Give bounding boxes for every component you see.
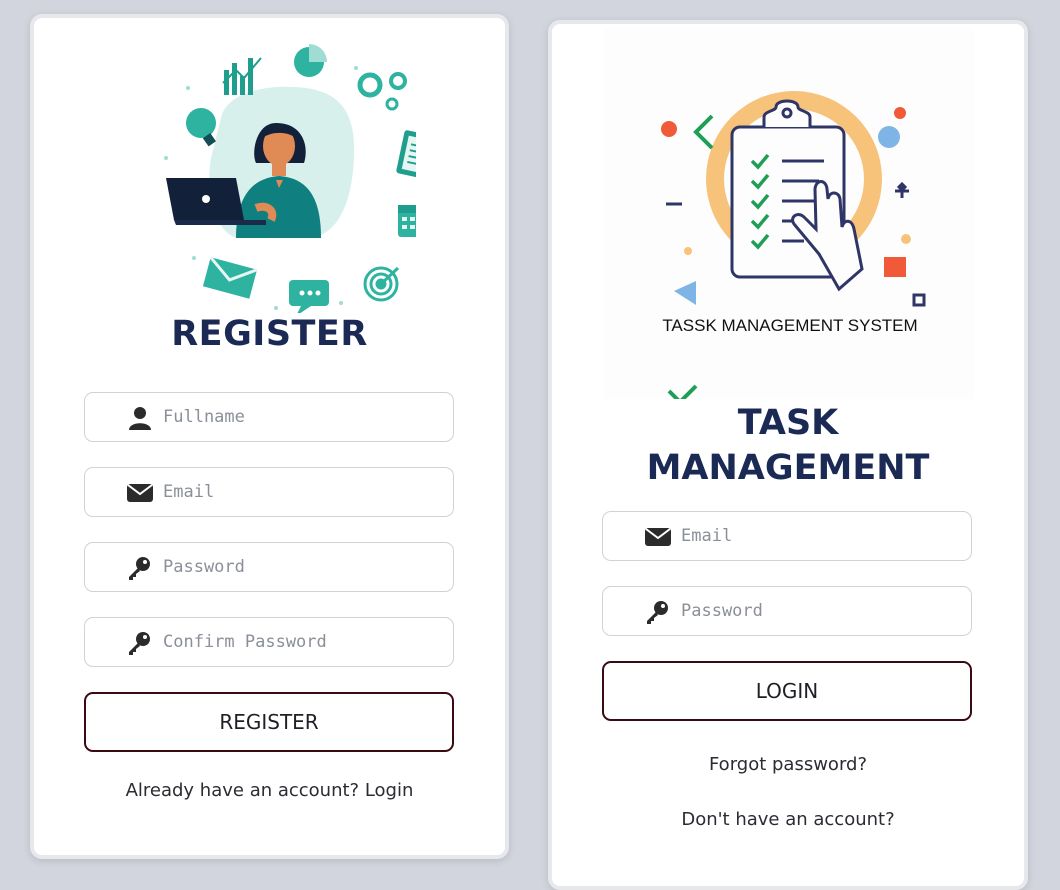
signup-link[interactable]: Don't have an account? [552,809,1024,830]
password-input[interactable] [163,543,443,591]
register-card: REGISTER REGISTER Already have an ac [30,14,509,859]
fullname-field[interactable] [84,392,454,442]
key-icon [129,557,150,580]
email-input[interactable] [163,468,443,516]
mail-icon [202,256,258,299]
login-title-line2: MANAGEMENT [646,448,930,488]
envelope-icon [645,528,671,546]
login-title-line1: TASK [737,403,839,443]
login-password-field[interactable] [602,586,972,636]
key-icon [129,632,150,655]
pie-chart-icon [294,44,327,77]
confirm-password-input[interactable] [163,618,443,666]
login-button[interactable]: LOGIN [602,661,972,721]
confirm-password-field[interactable] [84,617,454,667]
login-card: TASSK MANAGEMENT SYSTEM TASK MANAGEMENT … [548,20,1028,890]
illustration-caption: TASSK MANAGEMENT SYSTEM [662,316,917,335]
login-email-input[interactable] [681,512,961,560]
forgot-password-link[interactable]: Forgot password? [552,754,1024,775]
email-field[interactable] [84,467,454,517]
gears-icon [357,72,407,111]
envelope-icon [127,484,153,502]
register-title: REGISTER [171,314,368,354]
password-field[interactable] [84,542,454,592]
fullname-input[interactable] [163,393,443,441]
target-icon [363,266,400,302]
calendar-icon [398,205,416,237]
login-password-input[interactable] [681,587,961,635]
bar-chart-icon [222,57,262,95]
document-icon [396,130,416,180]
chat-bubble-icon [289,280,329,313]
login-title: TASK MANAGEMENT [552,401,1024,491]
task-management-illustration: TASSK MANAGEMENT SYSTEM [604,29,974,399]
lightbulb-icon [186,108,216,147]
login-link[interactable]: Already have an account? Login [34,780,505,801]
login-email-field[interactable] [602,511,972,561]
key-icon [647,601,668,624]
user-icon [129,407,151,430]
register-illustration [164,44,416,313]
register-button[interactable]: REGISTER [84,692,454,752]
